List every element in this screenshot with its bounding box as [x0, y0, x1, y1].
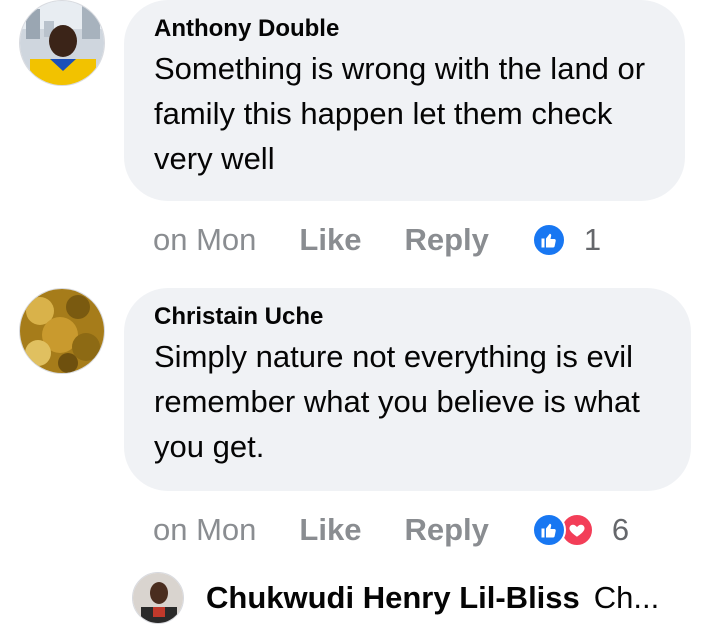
comment-text: Something is wrong with the land or fami…: [154, 51, 646, 176]
like-button[interactable]: Like: [299, 512, 361, 548]
like-icon: [531, 223, 566, 257]
like-icon: [531, 513, 566, 547]
reply-preview[interactable]: Chukwudi Henry Lil-Bliss Ch...: [132, 570, 659, 626]
comment-actions: on Mon Like Reply 1: [153, 220, 601, 260]
comment-timestamp[interactable]: on Mon: [153, 222, 256, 258]
avatar[interactable]: [19, 0, 105, 86]
avatar[interactable]: [19, 288, 105, 374]
comment-bubble: Christain Uche Simply nature not everyth…: [124, 288, 691, 491]
reaction-summary[interactable]: [531, 223, 566, 257]
reply-button[interactable]: Reply: [404, 222, 488, 258]
reply-snippet[interactable]: Ch...: [594, 580, 659, 616]
comment-timestamp[interactable]: on Mon: [153, 512, 256, 548]
comment-author[interactable]: Christain Uche: [154, 302, 661, 332]
reaction-count[interactable]: 6: [612, 512, 629, 548]
comment-bubble: Anthony Double Something is wrong with t…: [124, 0, 685, 201]
avatar[interactable]: [132, 572, 184, 624]
comment-actions: on Mon Like Reply 6: [153, 510, 629, 550]
reply-author[interactable]: Chukwudi Henry Lil-Bliss: [206, 580, 580, 616]
reaction-count[interactable]: 1: [584, 222, 601, 258]
comment-text: Simply nature not everything is evil rem…: [154, 339, 640, 464]
like-button[interactable]: Like: [299, 222, 361, 258]
reply-button[interactable]: Reply: [404, 512, 488, 548]
reaction-summary[interactable]: [531, 513, 594, 547]
comment-author[interactable]: Anthony Double: [154, 14, 655, 44]
